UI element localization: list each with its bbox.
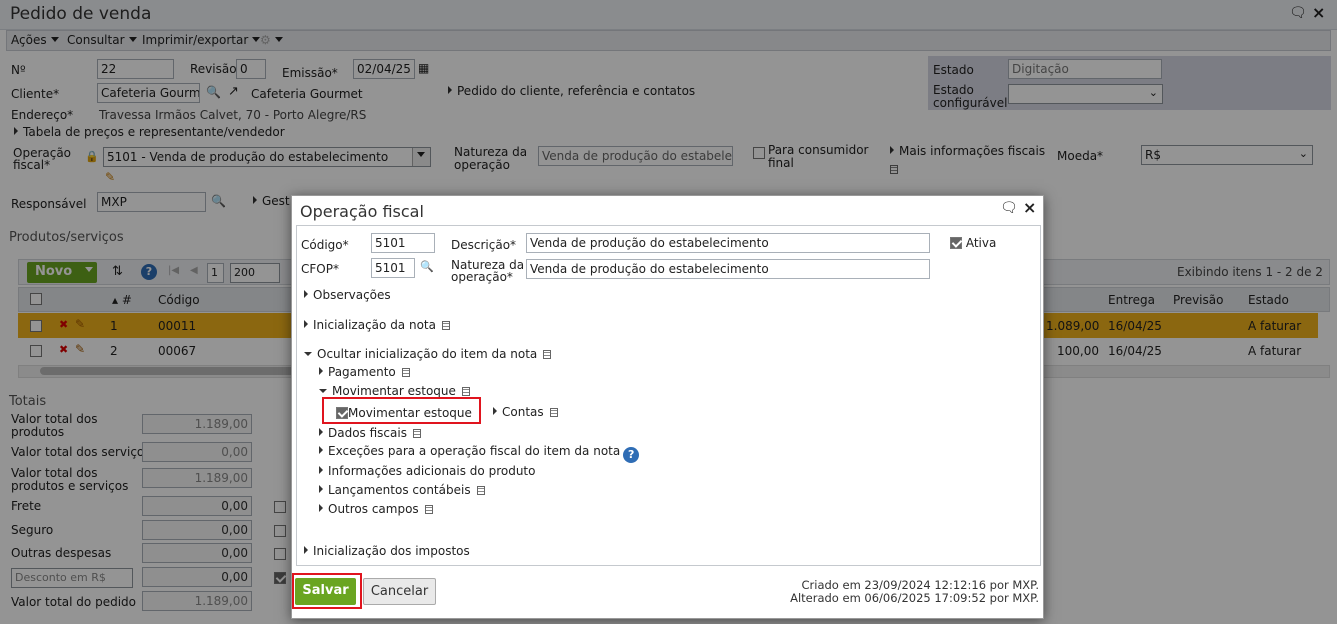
descricao-label: Descrição* [451,238,517,252]
highlight-box [322,397,481,424]
cfop-field[interactable]: 5101 [371,258,415,278]
document-icon[interactable] [549,408,558,417]
search-icon[interactable]: 🔍 [420,260,434,273]
operacao-fiscal-dialog: Operação fiscal 🗨 × Código* 5101 Descriç… [291,195,1044,619]
outros-campos-section[interactable]: Outros campos [319,502,433,516]
observacoes-section[interactable]: Observações [304,288,391,302]
dialog-body: Código* 5101 Descrição* Venda de produçã… [296,225,1041,566]
lancamentos-section[interactable]: Lançamentos contábeis [319,483,485,497]
document-icon[interactable] [476,486,485,495]
dados-fiscais-section[interactable]: Dados fiscais [319,426,421,440]
codigo-field[interactable]: 5101 [371,233,435,253]
descricao-field[interactable]: Venda de produção do estabelecimento [526,233,930,253]
document-icon[interactable] [441,321,450,330]
contas-section[interactable]: Contas [493,405,558,419]
movimentar-estoque-section[interactable]: Movimentar estoque [319,384,470,398]
criado-label: Criado em 23/09/2024 12:12:16 por MXP. [801,578,1040,592]
document-icon[interactable] [412,429,421,438]
help-icon[interactable]: ? [623,447,640,463]
document-icon[interactable] [424,505,433,514]
comment-icon[interactable]: 🗨 [1000,200,1018,216]
close-icon[interactable]: × [1023,198,1036,217]
document-icon[interactable] [401,368,410,377]
alterado-label: Alterado em 06/06/2025 17:09:52 por MXP. [790,591,1039,605]
info-adicionais-section[interactable]: Informações adicionais do produto [319,464,535,478]
inicializacao-nota-section[interactable]: Inicialização da nota [304,318,450,332]
natureza-field[interactable]: Venda de produção do estabelecimento [526,259,930,279]
document-icon[interactable] [461,387,470,396]
cancelar-button[interactable]: Cancelar [363,578,436,605]
ocultar-item-section[interactable]: Ocultar inicialização do item da nota [304,347,552,361]
ativa-checkbox[interactable]: Ativa [950,236,996,250]
excecoes-section[interactable]: Exceções para a operação fiscal do item … [319,444,640,463]
codigo-label: Código* [301,238,349,252]
pagamento-section[interactable]: Pagamento [319,365,410,379]
document-icon[interactable] [543,350,552,359]
inicializacao-impostos-section[interactable]: Inicialização dos impostos [304,544,470,558]
cfop-label: CFOP* [301,262,339,276]
highlight-box [292,573,362,609]
dialog-title: Operação fiscal [300,202,424,221]
natureza-label-2: operação* [451,270,513,284]
